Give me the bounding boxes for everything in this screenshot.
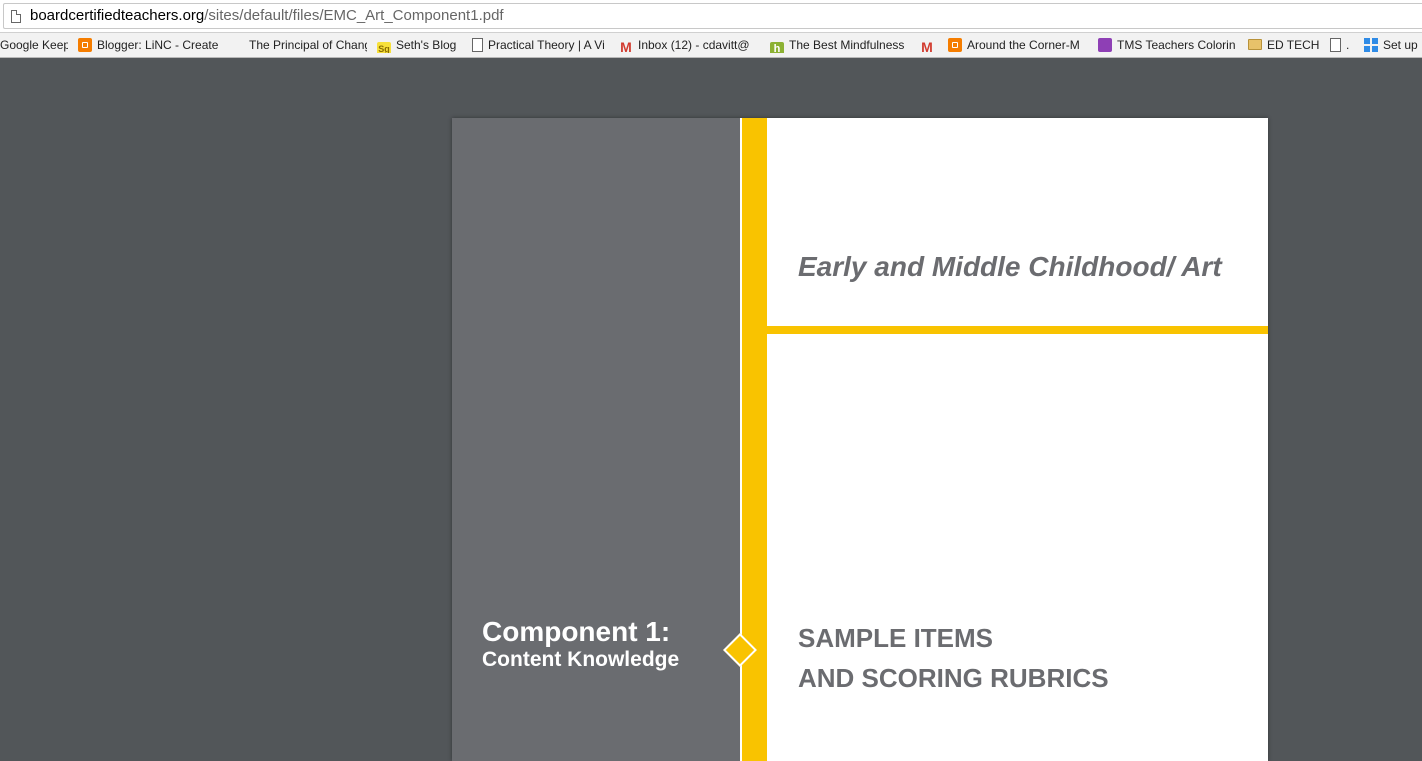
pdf-page: Early and Middle Childhood/ Art Componen…	[452, 118, 1268, 761]
bookmark-label: Blogger: LiNC - Create	[97, 38, 219, 52]
bookmark-untitled[interactable]: .	[1330, 37, 1354, 53]
bookmark-folder-ed-tech[interactable]: ED TECH	[1248, 37, 1320, 53]
url-path: /sites/default/files/EMC_Art_Component1.…	[204, 7, 504, 24]
document-title: Early and Middle Childhood/ Art	[798, 251, 1222, 282]
bookmark-google-keep[interactable]: Google Keep	[0, 37, 68, 53]
page-icon	[1330, 38, 1341, 52]
gmail-icon: M	[921, 39, 933, 53]
windows-icon	[1364, 38, 1378, 52]
bookmark-set-up[interactable]: Set up	[1364, 37, 1422, 53]
bookmark-label: The Best Mindfulness	[789, 38, 905, 52]
bookmark-inbox[interactable]: M Inbox (12) - cdavitt@	[619, 37, 760, 53]
blogger-icon	[78, 38, 92, 52]
component-heading: Component 1: Content Knowledge	[482, 616, 679, 672]
bookmark-label: Google Keep	[0, 38, 68, 52]
component-number: Component 1:	[482, 616, 671, 647]
page-icon	[11, 10, 21, 23]
hh-icon: h	[770, 42, 784, 53]
bookmark-label: Set up	[1383, 38, 1418, 52]
sample-items-line-2: AND SCORING RUBRICS	[798, 663, 1109, 693]
bookmark-blogger-linc[interactable]: Blogger: LiNC - Create	[78, 37, 220, 53]
sample-items-line-1: SAMPLE ITEMS	[798, 623, 994, 653]
bookmark-practical-theory[interactable]: Practical Theory | A Vi	[472, 37, 608, 53]
seth-icon: Sg	[377, 42, 391, 53]
bookmark-best-mindfulness[interactable]: h The Best Mindfulness	[770, 37, 908, 53]
gmail-icon: M	[620, 39, 632, 53]
blogger-icon	[948, 38, 962, 52]
bookmark-around-the-corner[interactable]: Around the Corner-M	[948, 37, 1086, 53]
yellow-horizontal-stripe	[767, 326, 1268, 334]
bookmark-label: ED TECH	[1267, 38, 1320, 52]
sample-items-heading: SAMPLE ITEMS AND SCORING RUBRICS	[798, 618, 1109, 698]
bookmark-gmail[interactable]: M	[920, 37, 938, 53]
bookmark-label: Practical Theory | A Vi	[488, 38, 605, 52]
yellow-vertical-stripe	[740, 118, 767, 761]
bookmark-label: Around the Corner-M	[967, 38, 1080, 52]
url-host: boardcertifiedteachers.org	[30, 7, 205, 24]
bookmark-label: The Principal of Chang	[249, 38, 367, 52]
tms-icon	[1098, 38, 1112, 52]
component-subtitle: Content Knowledge	[482, 648, 680, 671]
bookmark-label: Inbox (12) - cdavitt@	[638, 38, 750, 52]
bookmark-label: TMS Teachers Colorin	[1117, 38, 1236, 52]
folder-icon	[1248, 39, 1262, 50]
url-text[interactable]: boardcertifiedteachers.org/sites/default…	[30, 7, 504, 25]
bookmark-label: Seth's Blog	[396, 38, 457, 52]
address-bar[interactable]: boardcertifiedteachers.org/sites/default…	[0, 0, 1422, 33]
bookmark-label: .	[1346, 38, 1350, 52]
bookmarks-bar: Google Keep Blogger: LiNC - Create The P…	[0, 33, 1422, 58]
url-field[interactable]: boardcertifiedteachers.org/sites/default…	[3, 3, 1422, 29]
page-icon	[472, 38, 483, 52]
bookmark-seths-blog[interactable]: Sg Seth's Blog	[377, 37, 461, 53]
bookmark-tms-teachers[interactable]: TMS Teachers Colorin	[1098, 37, 1238, 53]
bookmark-principal-of-change[interactable]: The Principal of Chang	[249, 37, 367, 53]
